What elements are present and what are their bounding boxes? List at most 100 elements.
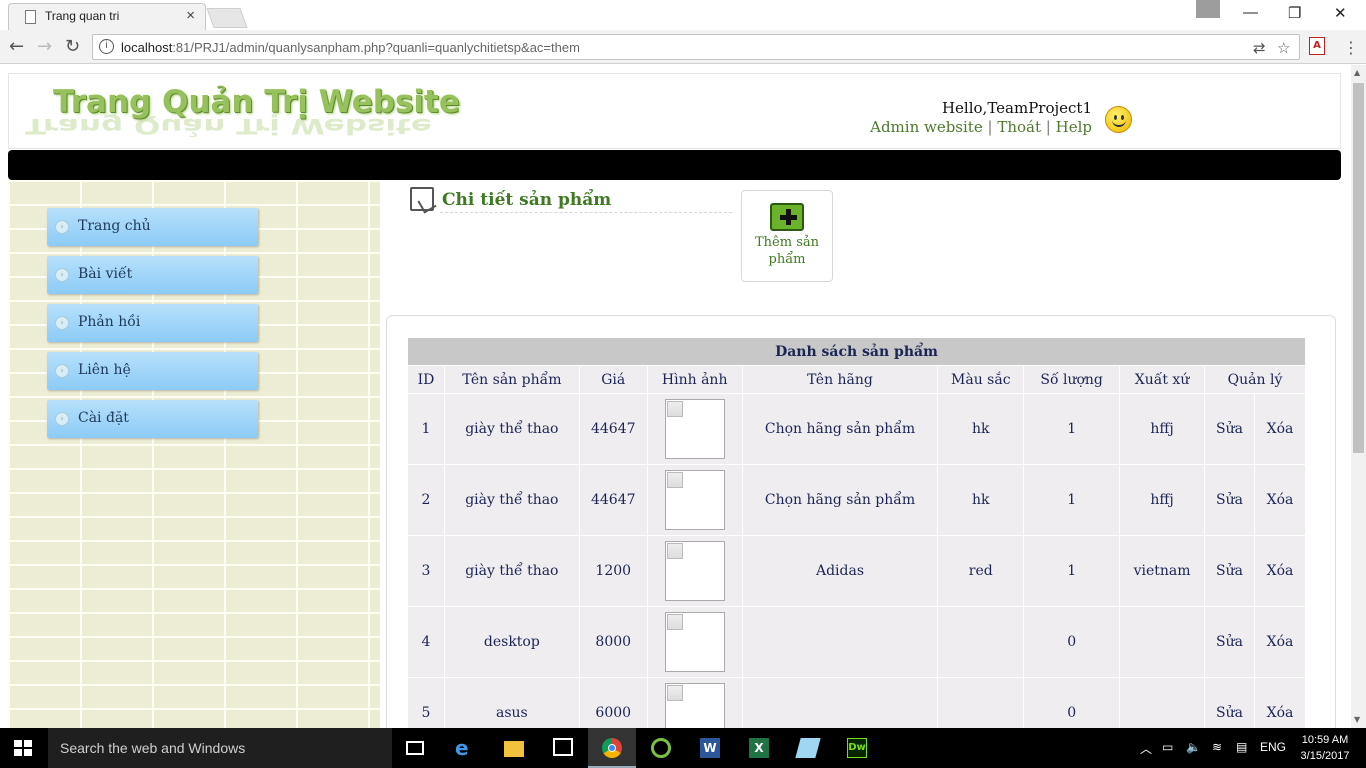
sidebar-item-settings[interactable]: › Cài đặt: [47, 400, 258, 438]
cell-origin: hffj: [1119, 393, 1206, 465]
browser-tab[interactable]: Trang quan tri ×: [8, 3, 206, 30]
windows-start-icon[interactable]: [14, 740, 32, 757]
sidebar-item-contact[interactable]: › Liên hệ: [47, 352, 258, 390]
edit-link[interactable]: Sửa: [1204, 464, 1255, 536]
cell-brand: Chọn hãng sản phẩm: [741, 464, 939, 536]
browser-menu-icon[interactable]: ⋮: [1343, 38, 1359, 57]
task-view-icon[interactable]: [392, 728, 440, 768]
col-header-price: Giá: [578, 365, 648, 394]
back-icon[interactable]: ←: [9, 36, 24, 57]
delete-link[interactable]: Xóa: [1253, 677, 1307, 728]
cell-color: [937, 606, 1025, 678]
translate-icon[interactable]: ⇄: [1253, 39, 1266, 57]
edit-link[interactable]: Sửa: [1204, 393, 1255, 465]
url-text[interactable]: localhost:81/PRJ1/admin/quanlysanpham.ph…: [121, 40, 580, 55]
browser-toolbar: ← → ↻ i localhost:81/PRJ1/admin/quanlysa…: [0, 30, 1366, 64]
scroll-up-icon[interactable]: ▲: [1354, 68, 1360, 77]
delete-link[interactable]: Xóa: [1253, 393, 1307, 465]
cell-color: red: [937, 535, 1025, 607]
cell-name: giày thể thao: [443, 535, 580, 607]
reload-icon[interactable]: ↻: [65, 36, 80, 57]
chrome-icon[interactable]: [588, 728, 636, 768]
new-tab-button[interactable]: [206, 8, 248, 28]
file-explorer-icon[interactable]: [490, 728, 538, 768]
cell-name: giày thể thao: [443, 393, 580, 465]
store-icon[interactable]: [539, 728, 587, 768]
windows-taskbar: Search the web and Windows e W X Dw ︿ ▭ …: [0, 728, 1366, 768]
show-hidden-icons[interactable]: ︿: [1140, 740, 1152, 757]
cell-qty: 0: [1023, 677, 1121, 728]
taskbar-clock[interactable]: 10:59 AM 3/15/2017: [1290, 732, 1360, 764]
page-scrollbar[interactable]: ▲ ▼: [1351, 65, 1366, 728]
dreamweaver-icon[interactable]: Dw: [833, 728, 881, 768]
edit-link[interactable]: Sửa: [1204, 677, 1255, 728]
tab-close-icon[interactable]: ×: [186, 7, 195, 24]
link-separator: |: [987, 118, 993, 136]
battery-icon[interactable]: ▭: [1162, 740, 1173, 754]
cell-price: 8000: [578, 606, 648, 678]
close-window-button[interactable]: ✕: [1334, 4, 1347, 22]
help-link[interactable]: Help: [1056, 118, 1092, 136]
cell-brand: Adidas: [741, 535, 939, 607]
cell-id: 5: [407, 677, 445, 728]
delete-link[interactable]: Xóa: [1253, 464, 1307, 536]
browser-titlebar: Trang quan tri × — ❐ ✕: [0, 0, 1366, 30]
sidebar-item-label: Bài viết: [78, 266, 133, 282]
language-indicator[interactable]: ENG: [1260, 740, 1286, 754]
site-info-icon[interactable]: i: [99, 39, 114, 54]
add-product-label-line1: Thêm sản: [755, 235, 819, 250]
site-header: Trang Quản Trị Website Trang Quản Trị We…: [8, 73, 1341, 149]
col-header-brand: Tên hãng: [741, 365, 939, 394]
action-center-icon[interactable]: ▤: [1236, 740, 1247, 754]
minimize-button[interactable]: —: [1243, 4, 1258, 21]
excel-icon[interactable]: X: [735, 728, 783, 768]
scrollbar-thumb[interactable]: [1353, 83, 1364, 453]
url-host: localhost: [121, 40, 173, 55]
edit-link[interactable]: Sửa: [1204, 606, 1255, 678]
photos-icon[interactable]: [784, 728, 832, 768]
tab-title: Trang quan tri: [45, 9, 120, 23]
sidebar-item-home[interactable]: › Trang chủ: [47, 208, 258, 246]
cell-price: 44647: [578, 464, 648, 536]
edit-link[interactable]: Sửa: [1204, 535, 1255, 607]
taskbar-search[interactable]: Search the web and Windows: [48, 728, 392, 768]
col-header-color: Màu sắc: [937, 365, 1025, 394]
table-row: 2 giày thể thao 44647 Chọn hãng sản phẩm hk 1…: [407, 464, 1307, 536]
arrow-bullet-icon: ›: [55, 364, 69, 378]
cell-id: 4: [407, 606, 445, 678]
restore-button[interactable]: ❐: [1288, 4, 1301, 22]
cell-origin: [1119, 677, 1206, 728]
delete-link[interactable]: Xóa: [1253, 606, 1307, 678]
clock-date: 3/15/2017: [1300, 750, 1350, 762]
logout-link[interactable]: Thoát: [997, 118, 1041, 136]
cell-id: 3: [407, 535, 445, 607]
sidebar-item-posts[interactable]: › Bài viết: [47, 256, 258, 294]
sidebar-item-label: Liên hệ: [78, 362, 131, 378]
bookmark-star-icon[interactable]: ☆: [1277, 39, 1290, 57]
add-product-button[interactable]: Thêm sản phẩm: [741, 190, 833, 282]
col-header-id: ID: [407, 365, 445, 394]
wifi-icon[interactable]: ≋: [1212, 740, 1222, 754]
address-bar[interactable]: i localhost:81/PRJ1/admin/quanlysanpham.…: [92, 34, 1300, 60]
coccoc-icon[interactable]: [637, 728, 685, 768]
pdf-extension-icon[interactable]: A: [1309, 37, 1325, 55]
sidebar: › Trang chủ › Bài viết › Phản hồi › Liên…: [8, 180, 380, 728]
sidebar-item-feedback[interactable]: › Phản hồi: [47, 304, 258, 342]
cell-image: [646, 464, 743, 536]
cell-name: asus: [443, 677, 580, 728]
volume-icon[interactable]: 🔈: [1186, 740, 1201, 754]
cell-color: hk: [937, 464, 1025, 536]
delete-link[interactable]: Xóa: [1253, 535, 1307, 607]
title-divider: [440, 212, 732, 213]
cell-origin: vietnam: [1119, 535, 1206, 607]
user-profile-icon[interactable]: [1196, 0, 1220, 18]
cell-image: [646, 393, 743, 465]
admin-website-link[interactable]: Admin website: [870, 118, 983, 136]
word-icon[interactable]: W: [686, 728, 734, 768]
add-product-label: Thêm sản phẩm: [742, 234, 832, 268]
scroll-down-icon[interactable]: ▼: [1354, 715, 1360, 724]
table-caption: Danh sách sản phẩm: [407, 337, 1306, 366]
edge-icon[interactable]: e: [441, 728, 489, 768]
cell-color: hk: [937, 393, 1025, 465]
forward-icon[interactable]: →: [37, 36, 52, 57]
